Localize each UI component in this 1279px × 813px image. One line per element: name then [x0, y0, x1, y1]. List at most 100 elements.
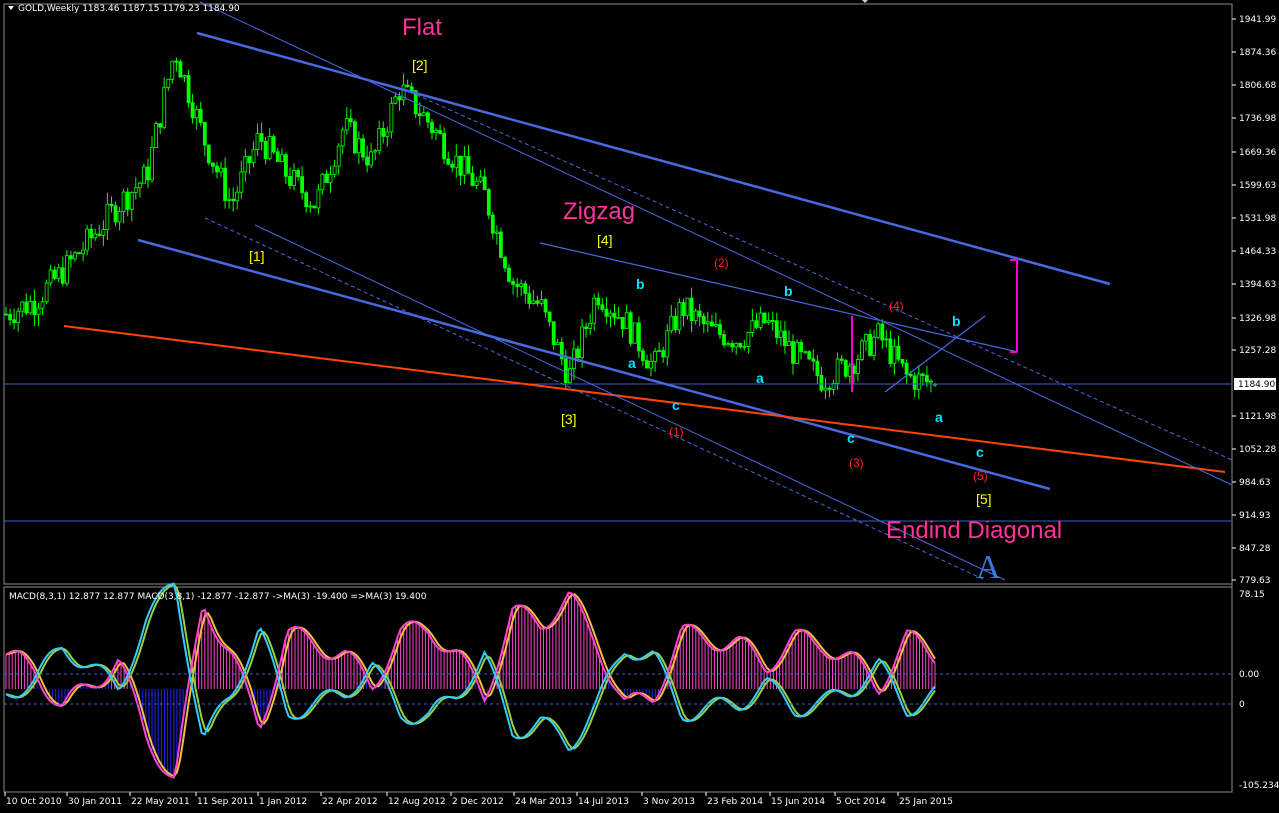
candle-body [669, 315, 674, 332]
candle-body [750, 320, 755, 333]
candle-body [352, 121, 357, 154]
price-tick-label: 984.63 [1239, 478, 1271, 488]
candle-body [795, 342, 799, 364]
candle-body [835, 358, 840, 384]
candle-body [726, 343, 730, 346]
candle-body [588, 322, 593, 329]
candle-body [251, 149, 256, 163]
candle-body [929, 380, 933, 383]
candle-body [568, 368, 572, 384]
middle-channel-line [137, 238, 1051, 491]
candle-body [872, 336, 876, 356]
candle-body [778, 330, 783, 338]
candle-body [823, 387, 828, 391]
macd-tick-label: 0 [1239, 700, 1245, 710]
candle-body [486, 189, 491, 216]
candle-body [478, 176, 483, 182]
candle-body [174, 60, 179, 63]
candle-body [620, 316, 625, 330]
candle-body [117, 211, 122, 223]
candle-body [770, 319, 775, 322]
candle-body [693, 310, 698, 322]
candle-body [223, 167, 228, 201]
candle-body [701, 315, 706, 325]
candle-body [40, 301, 45, 309]
candle-body [259, 133, 264, 142]
candle-body [154, 123, 159, 148]
candle-body [271, 136, 276, 153]
candle-body [304, 192, 309, 207]
candle-body [44, 282, 49, 303]
candle-body [787, 341, 791, 346]
candle-body [843, 360, 848, 377]
candle-body [474, 180, 479, 186]
candle-body [93, 233, 98, 239]
candle-body [539, 299, 544, 304]
candle-body [791, 341, 795, 364]
candle-body [198, 109, 203, 124]
candle-body [231, 198, 236, 202]
candle-body [876, 323, 881, 338]
candle-body [827, 387, 832, 390]
candle-body [210, 162, 215, 167]
candle-body [255, 133, 260, 151]
candle-body [689, 297, 694, 322]
candle-body [896, 345, 901, 360]
candle-body [279, 154, 284, 162]
candle-body [146, 166, 150, 181]
descending-line-d [204, 217, 986, 581]
candle-body [904, 362, 909, 375]
time-tick-label: 25 Jan 2015 [899, 797, 953, 807]
candle-body [466, 156, 471, 174]
candle-body [89, 228, 94, 239]
candle-body [137, 182, 142, 189]
scroll-marker-icon[interactable] [862, 0, 868, 3]
candle-body [762, 312, 767, 324]
candle-body [202, 122, 207, 146]
candle-body [381, 127, 386, 137]
candle-body [267, 136, 272, 160]
candle-body [645, 360, 649, 369]
price-tick-label: 914.93 [1239, 511, 1271, 521]
candle-body [101, 229, 106, 236]
candle-body [900, 358, 905, 364]
candle-body [121, 191, 126, 213]
yellow-wave-labels: [1] [2] [3] [4] [5] [249, 57, 992, 507]
candle-body [20, 301, 25, 312]
candle-body [405, 84, 410, 88]
chart-canvas[interactable]: GOLD,Weekly 1183.46 1187.15 1179.23 1184… [0, 0, 1279, 813]
candle-body [592, 297, 597, 324]
price-tick-label: 1806.68 [1239, 81, 1276, 91]
candle-body [219, 167, 223, 173]
candle-body [803, 351, 808, 354]
candle-body [85, 228, 89, 251]
candle-body [864, 333, 868, 342]
pattern-label-zigzag: Zigzag [563, 198, 635, 225]
candle-body [665, 330, 670, 358]
candle-body [275, 151, 280, 162]
candle-body [206, 144, 211, 164]
wave-label-1: [1] [249, 248, 265, 264]
candle-body [519, 283, 524, 287]
candle-body [430, 121, 434, 133]
price-tick-label: 1736.98 [1239, 114, 1276, 124]
candle-body [527, 293, 532, 304]
candle-body [141, 166, 146, 184]
candle-body [158, 123, 163, 128]
candle-body [494, 231, 499, 234]
candle-body [734, 342, 739, 348]
candle-body [608, 312, 613, 317]
time-tick-label: 30 Jan 2011 [68, 797, 122, 807]
candle-body [754, 320, 759, 328]
candle-body [925, 375, 929, 383]
price-tick-label: 1464.33 [1239, 247, 1276, 257]
time-tick-label: 2 Dec 2012 [452, 797, 504, 807]
candle-body [783, 330, 787, 346]
candle-body [397, 96, 402, 101]
time-tick-label: 12 Aug 2012 [388, 797, 446, 807]
triangle-down-icon[interactable] [8, 6, 14, 10]
candle-body [170, 60, 175, 80]
candle-body [714, 324, 718, 327]
time-tick-label: 5 Oct 2014 [836, 797, 886, 807]
candle-body [215, 165, 219, 173]
